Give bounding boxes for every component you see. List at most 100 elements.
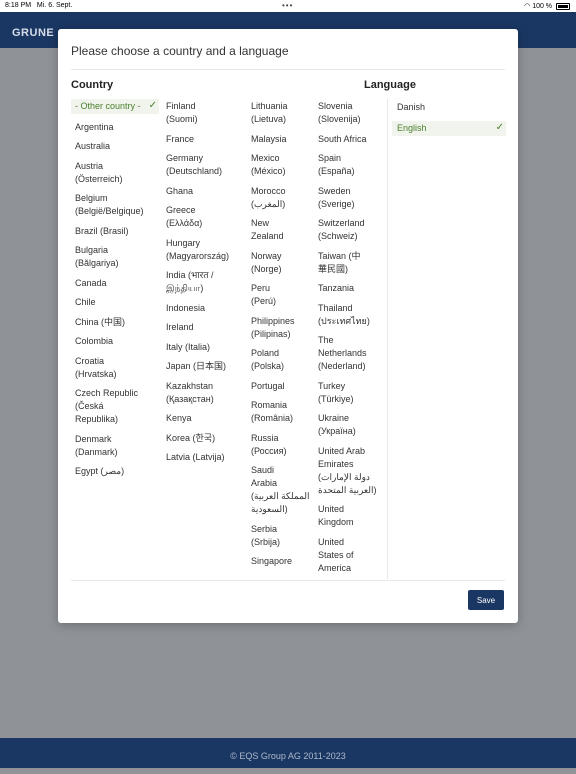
- country-item[interactable]: Croatia (Hrvatska): [71, 355, 159, 381]
- item-label: United Arab Emirates (دولة الإمارات العربية…: [318, 445, 377, 495]
- country-item[interactable]: United Kingdom: [318, 503, 384, 529]
- country-item[interactable]: Norway (Norge): [251, 250, 313, 276]
- item-label: Portugal: [251, 380, 285, 391]
- country-language-dialog: Please choose a country and a language C…: [58, 29, 518, 623]
- country-item[interactable]: Philippines (Pilipinas): [251, 315, 313, 341]
- country-item[interactable]: United Arab Emirates (دولة الإمارات العربية…: [318, 445, 384, 497]
- country-item[interactable]: South Africa: [318, 133, 384, 146]
- country-item[interactable]: Mexico (México): [251, 152, 313, 178]
- country-item[interactable]: Malaysia: [251, 133, 313, 146]
- item-label: Australia: [75, 141, 111, 151]
- item-label: Hungary (Magyarország): [166, 237, 230, 261]
- country-item[interactable]: Turkey (Türkiye): [318, 380, 384, 406]
- item-label: Ghana: [166, 185, 194, 196]
- country-item[interactable]: Chile: [71, 296, 159, 309]
- country-item[interactable]: Greece (Ελλάδα): [166, 204, 246, 230]
- language-item[interactable]: Danish: [392, 100, 506, 115]
- country-item[interactable]: Ireland: [166, 321, 246, 334]
- item-label: Danish: [397, 102, 426, 112]
- country-item[interactable]: Germany (Deutschland): [166, 152, 246, 178]
- country-item[interactable]: Ghana: [166, 185, 246, 198]
- country-item[interactable]: - Other country - ✓: [71, 99, 159, 114]
- country-item[interactable]: United States of America: [318, 536, 384, 575]
- country-item[interactable]: Thailand (ประเทศไทย): [318, 302, 384, 328]
- item-label: Japan (日本国): [166, 361, 227, 371]
- country-item[interactable]: Serbia (Srbija): [251, 523, 313, 549]
- country-item[interactable]: Singapore: [251, 555, 313, 568]
- country-item[interactable]: Latvia (Latvija): [166, 451, 246, 464]
- country-item[interactable]: Egypt (مصر): [71, 465, 159, 478]
- item-label: Italy (Italia): [166, 341, 211, 352]
- country-item[interactable]: Lithuania (Lietuva): [251, 100, 313, 126]
- country-item[interactable]: Switzerland (Schweiz): [318, 217, 384, 243]
- country-item[interactable]: Denmark (Danmark): [71, 433, 159, 459]
- divider: [71, 69, 505, 70]
- country-item[interactable]: Brazil (Brasil): [71, 225, 159, 238]
- dialog-title: Please choose a country and a language: [71, 44, 289, 58]
- divider: [387, 99, 388, 579]
- country-item[interactable]: Romania (România): [251, 399, 313, 425]
- item-label: Brazil (Brasil): [75, 225, 129, 236]
- item-label: Tanzania: [318, 283, 355, 293]
- checkmark-icon: ✓: [148, 100, 157, 111]
- item-label: Norway (Norge): [251, 250, 282, 274]
- item-label: France: [166, 133, 195, 144]
- item-label: Croatia (Hrvatska): [75, 355, 117, 379]
- country-item[interactable]: Ukraine (Україна): [318, 412, 384, 438]
- item-label: Sweden (Sverige): [318, 185, 355, 209]
- country-item[interactable]: Colombia: [71, 335, 159, 348]
- country-item[interactable]: Kazakhstan (Қазақстан): [166, 380, 246, 406]
- multitask-dots[interactable]: •••: [282, 1, 293, 10]
- item-label: Poland (Polska): [251, 348, 285, 371]
- country-item[interactable]: Italy (Italia): [166, 341, 246, 354]
- country-item[interactable]: Russia (Россия): [251, 432, 313, 458]
- country-item[interactable]: Hungary (Magyarország): [166, 237, 246, 263]
- item-label: Romania (România): [251, 400, 294, 423]
- country-item[interactable]: Argentina: [71, 121, 159, 134]
- country-item[interactable]: Australia: [71, 140, 159, 153]
- item-label: Morocco (المغرب): [251, 185, 286, 209]
- country-item[interactable]: Tanzania: [318, 282, 384, 295]
- country-item[interactable]: Portugal: [251, 380, 313, 393]
- language-item[interactable]: English ✓: [392, 120, 506, 136]
- country-item[interactable]: Poland (Polska): [251, 347, 313, 373]
- country-item[interactable]: France: [166, 133, 246, 146]
- country-item[interactable]: Sweden (Sverige): [318, 185, 384, 211]
- country-item[interactable]: Japan (日本国): [166, 360, 246, 373]
- item-label: Kenya: [166, 413, 192, 423]
- country-item[interactable]: Austria (Österreich): [71, 160, 159, 186]
- language-heading: Language: [364, 79, 416, 91]
- item-label: Mexico (México): [251, 153, 286, 176]
- country-item[interactable]: New Zealand: [251, 217, 313, 243]
- save-button[interactable]: Save: [468, 590, 504, 610]
- country-item[interactable]: Korea (한국): [166, 432, 246, 445]
- item-label: Spain (España): [318, 153, 355, 176]
- country-item[interactable]: Morocco (المغرب): [251, 185, 313, 211]
- item-label: Philippines (Pilipinas): [251, 315, 295, 339]
- item-label: Canada: [75, 277, 107, 288]
- item-label: Lithuania (Lietuva): [251, 101, 288, 124]
- country-item[interactable]: The Netherlands (Nederland): [318, 334, 384, 373]
- country-item[interactable]: Saudi Arabia (المملكة العربية السعودية): [251, 464, 313, 516]
- country-item[interactable]: Bulgaria (Bălgariya): [71, 244, 159, 270]
- country-item[interactable]: Slovenia (Slovenija): [318, 100, 384, 126]
- country-item[interactable]: Belgium (België/Belgique): [71, 192, 159, 218]
- item-label: Egypt (مصر): [75, 466, 125, 476]
- country-item[interactable]: Kenya: [166, 412, 246, 425]
- country-item[interactable]: Finland (Suomi): [166, 100, 246, 126]
- country-item[interactable]: Indonesia: [166, 302, 246, 315]
- country-item[interactable]: Taiwan (中 華民國): [318, 250, 384, 276]
- country-item[interactable]: China (中国): [71, 316, 159, 329]
- country-item[interactable]: Canada: [71, 277, 159, 290]
- country-item[interactable]: Peru (Perú): [251, 282, 313, 308]
- item-label: Greece (Ελλάδα): [166, 205, 203, 228]
- item-label: Czech Republic (Česká Republika): [75, 388, 139, 424]
- country-item[interactable]: Spain (España): [318, 152, 384, 178]
- item-label: Finland (Suomi): [166, 101, 198, 124]
- item-label: Thailand (ประเทศไทย): [318, 302, 370, 326]
- country-item[interactable]: Czech Republic (Česká Republika): [71, 387, 159, 426]
- status-right: ◠ 100 %: [524, 2, 570, 10]
- country-item[interactable]: India (भारत / இந்தியா): [166, 269, 246, 295]
- country-column-1: - Other country - ✓ Argentina Australia Aust…: [71, 99, 159, 485]
- item-label: Austria (Österreich): [75, 160, 123, 184]
